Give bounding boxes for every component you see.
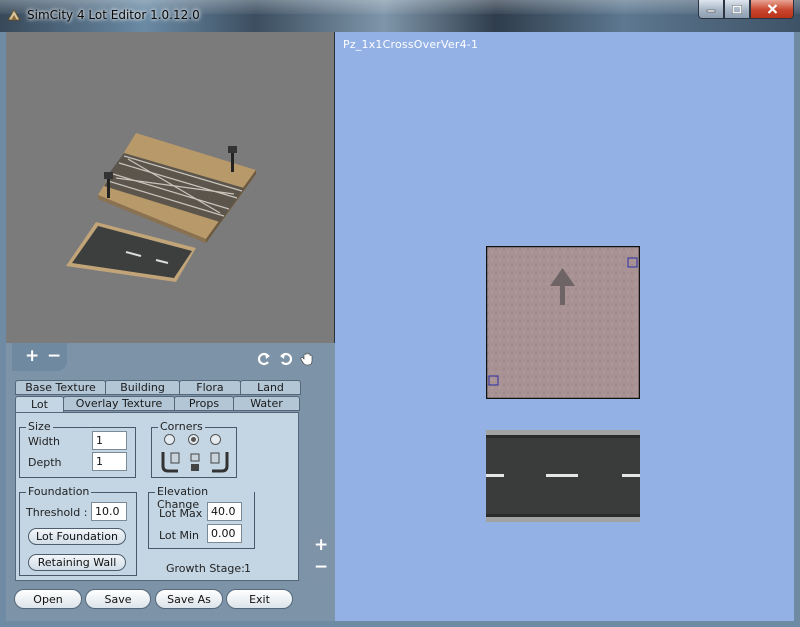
corner-shapes-icon bbox=[161, 452, 229, 473]
close-button[interactable] bbox=[750, 0, 794, 19]
size-legend: Size bbox=[26, 420, 53, 433]
tab-overlay-texture[interactable]: Overlay Texture bbox=[63, 396, 175, 411]
elevation-change-group: Elevation Change Lot Max Lot Min bbox=[148, 485, 255, 549]
width-label: Width bbox=[28, 435, 60, 448]
lot-max-label: Lot Max bbox=[159, 507, 203, 520]
tab-water[interactable]: Water bbox=[233, 396, 300, 411]
tab-base-texture[interactable]: Base Texture bbox=[15, 380, 106, 395]
tab-building[interactable]: Building bbox=[105, 380, 180, 395]
growth-stage-label: Growth Stage: bbox=[166, 562, 245, 575]
save-button[interactable]: Save bbox=[85, 589, 151, 609]
tab-land[interactable]: Land bbox=[240, 380, 301, 395]
minimize-icon bbox=[706, 9, 716, 13]
title-bar[interactable]: SimCity 4 Lot Editor 1.0.12.0 bbox=[0, 0, 800, 32]
growth-stage-value: 1 bbox=[244, 562, 251, 575]
lot-tile[interactable] bbox=[485, 245, 641, 400]
corners-legend: Corners bbox=[158, 420, 205, 433]
canvas-zoom-out-button[interactable]: − bbox=[314, 559, 328, 576]
maximize-button[interactable] bbox=[724, 0, 750, 19]
preview-road-segment bbox=[66, 222, 196, 282]
corners-group: Corners bbox=[151, 420, 237, 478]
rotate-left-icon[interactable] bbox=[256, 351, 272, 367]
threshold-label: Threshold : bbox=[26, 506, 88, 519]
save-as-button[interactable]: Save As bbox=[155, 589, 223, 609]
tab-props[interactable]: Props bbox=[174, 396, 234, 411]
preview-crossover-lot bbox=[98, 133, 256, 243]
corner-radio-right[interactable] bbox=[210, 434, 221, 445]
foundation-group: Foundation Threshold : Lot Foundation Re… bbox=[19, 485, 137, 576]
retaining-wall-button[interactable]: Retaining Wall bbox=[28, 554, 126, 571]
preview-zoom-tab: + − bbox=[12, 343, 67, 371]
lot-max-field[interactable] bbox=[207, 502, 242, 521]
pan-hand-icon[interactable] bbox=[300, 351, 316, 367]
corner-radio-left[interactable] bbox=[164, 434, 175, 445]
lot-foundation-button[interactable]: Lot Foundation bbox=[28, 528, 126, 545]
canvas-zoom-in-button[interactable]: + bbox=[314, 537, 328, 554]
minimize-button[interactable] bbox=[698, 0, 724, 19]
width-field[interactable] bbox=[92, 431, 127, 450]
tab-lot[interactable]: Lot bbox=[15, 396, 64, 413]
corner-radio-center[interactable] bbox=[188, 434, 199, 445]
rotate-right-icon[interactable] bbox=[278, 351, 294, 367]
lot-name-label: Pz_1x1CrossOverVer4-1 bbox=[343, 38, 479, 51]
app-icon bbox=[6, 7, 22, 23]
preview-zoom-out-button[interactable]: − bbox=[47, 348, 61, 365]
size-group: Size Width Depth bbox=[19, 420, 136, 478]
lot-min-field[interactable] bbox=[207, 524, 242, 543]
road-tile[interactable] bbox=[486, 430, 640, 522]
lot-min-label: Lot Min bbox=[159, 529, 199, 542]
preview-zoom-in-button[interactable]: + bbox=[25, 348, 39, 365]
exit-button[interactable]: Exit bbox=[226, 589, 293, 609]
window-title: SimCity 4 Lot Editor 1.0.12.0 bbox=[27, 8, 200, 22]
lot-canvas[interactable]: Pz_1x1CrossOverVer4-1 bbox=[335, 32, 794, 621]
maximize-icon bbox=[732, 4, 742, 14]
window-frame-right bbox=[794, 32, 800, 627]
lot-tab-panel: Size Width Depth Corners Foundation bbox=[15, 412, 299, 581]
threshold-field[interactable] bbox=[91, 502, 127, 521]
3d-preview-viewport[interactable] bbox=[6, 32, 334, 343]
open-button[interactable]: Open bbox=[14, 589, 82, 609]
close-icon bbox=[767, 4, 777, 14]
window-frame-bottom bbox=[0, 621, 800, 627]
control-panel: + − Base Texture Building Flora Land Lot… bbox=[6, 343, 335, 621]
foundation-legend: Foundation bbox=[26, 485, 92, 498]
depth-label: Depth bbox=[28, 456, 62, 469]
tab-flora[interactable]: Flora bbox=[179, 380, 241, 395]
canvas-zoom-tab: + − bbox=[306, 530, 335, 582]
depth-field[interactable] bbox=[92, 452, 127, 471]
